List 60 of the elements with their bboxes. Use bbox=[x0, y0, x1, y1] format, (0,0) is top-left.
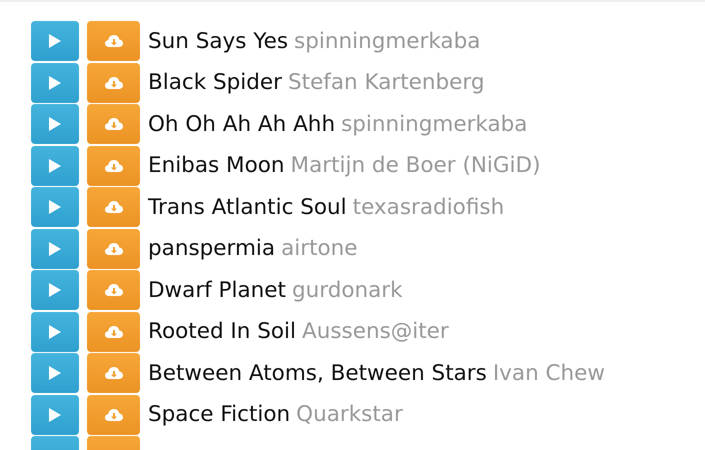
track-title: Oh Oh Ah Ah Ahh bbox=[148, 112, 336, 136]
play-button[interactable] bbox=[31, 270, 79, 310]
download-button[interactable] bbox=[87, 353, 140, 393]
cloud-download-icon bbox=[104, 34, 122, 48]
artist-name: Ivan Chew bbox=[492, 360, 605, 386]
cloud-download-icon bbox=[104, 242, 122, 256]
download-button[interactable] bbox=[87, 270, 140, 310]
track-title: Enibas Moon bbox=[148, 153, 285, 178]
track-title: Black Spider bbox=[148, 70, 282, 95]
artist-name: Quarkstar bbox=[296, 402, 403, 427]
track-title: Dwarf Planet bbox=[148, 278, 286, 302]
artist-name: texasradiofish bbox=[352, 194, 504, 220]
download-button[interactable] bbox=[87, 394, 140, 434]
play-icon bbox=[48, 33, 62, 49]
play-button[interactable] bbox=[31, 353, 79, 393]
download-button[interactable] bbox=[87, 228, 140, 268]
play-icon bbox=[48, 324, 62, 340]
play-icon bbox=[48, 406, 62, 422]
play-icon bbox=[48, 199, 62, 215]
artist-name: spinningmerkaba bbox=[294, 28, 480, 54]
artist-name: Aussens@iter bbox=[302, 319, 449, 344]
play-icon bbox=[48, 365, 62, 381]
cloud-download-icon bbox=[104, 158, 122, 172]
track-title: Sun Says Yes bbox=[148, 28, 288, 54]
play-icon bbox=[48, 282, 62, 298]
play-button[interactable] bbox=[31, 394, 79, 434]
cloud-download-icon bbox=[104, 366, 122, 380]
cloud-download-icon bbox=[104, 117, 122, 131]
download-button[interactable] bbox=[87, 21, 140, 61]
play-button[interactable] bbox=[31, 228, 79, 268]
download-button[interactable] bbox=[87, 187, 140, 227]
artist-name: Martijn de Boer (NiGiD) bbox=[290, 153, 540, 178]
download-button[interactable] bbox=[87, 312, 140, 352]
play-button[interactable] bbox=[31, 62, 79, 102]
play-button[interactable] bbox=[31, 146, 79, 186]
track-title: Trans Atlantic Soul bbox=[148, 194, 347, 220]
track-title: Rooted In Soil bbox=[148, 319, 296, 344]
track-title: panspermia bbox=[148, 236, 276, 261]
play-icon bbox=[48, 158, 62, 174]
cloud-download-icon bbox=[104, 76, 122, 90]
play-icon bbox=[48, 240, 62, 256]
download-button[interactable] bbox=[87, 104, 140, 144]
artist-name: Stefan Kartenberg bbox=[288, 70, 485, 95]
play-button[interactable] bbox=[31, 187, 79, 227]
artist-name: gurdonark bbox=[292, 278, 403, 302]
artist-name: airtone bbox=[281, 236, 358, 261]
artist-name: spinningmerkaba bbox=[341, 112, 528, 136]
play-button[interactable] bbox=[31, 21, 79, 61]
cloud-download-icon bbox=[104, 283, 122, 297]
play-button[interactable] bbox=[31, 312, 79, 352]
track-title: Space Fiction bbox=[148, 402, 290, 427]
play-icon bbox=[48, 74, 62, 90]
download-button[interactable] bbox=[87, 62, 140, 102]
cloud-download-icon bbox=[104, 200, 122, 214]
play-button[interactable] bbox=[31, 104, 79, 144]
download-button[interactable] bbox=[87, 146, 140, 186]
cloud-download-icon bbox=[104, 408, 122, 422]
cloud-download-icon bbox=[104, 324, 122, 338]
play-icon bbox=[48, 116, 62, 132]
track-title: Between Atoms, Between Stars bbox=[148, 360, 487, 386]
